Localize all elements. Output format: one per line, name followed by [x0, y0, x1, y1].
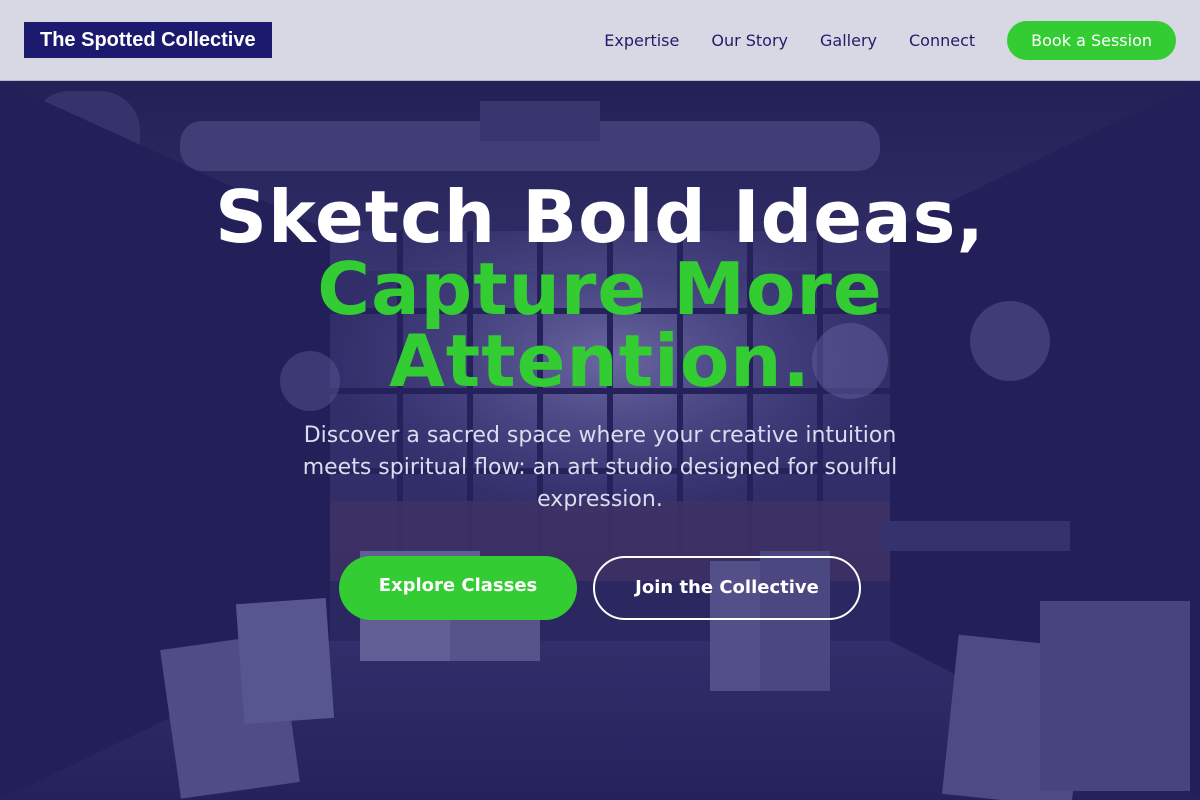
landing-page: The Spotted Collective Expertise Our Sto… [0, 0, 1200, 800]
nav-link-our-story[interactable]: Our Story [711, 31, 788, 50]
explore-classes-button[interactable]: Explore Classes [339, 556, 577, 620]
join-collective-button[interactable]: Join the Collective [593, 556, 861, 620]
nav-link-connect[interactable]: Connect [909, 31, 975, 50]
site-header: The Spotted Collective Expertise Our Sto… [0, 0, 1200, 81]
hero-headline: Sketch Bold Ideas, Capture More Attentio… [0, 181, 1200, 397]
hero-subtitle: Discover a sacred space where your creat… [302, 423, 898, 512]
main-nav: Expertise Our Story Gallery Connect Book… [604, 0, 1176, 80]
nav-link-expertise[interactable]: Expertise [604, 31, 679, 50]
site-logo[interactable]: The Spotted Collective [24, 22, 272, 58]
hero-headline-line3: Attention. [389, 319, 811, 403]
nav-link-gallery[interactable]: Gallery [820, 31, 877, 50]
hero-headline-line2: Capture More [317, 247, 883, 331]
book-session-button[interactable]: Book a Session [1007, 20, 1176, 60]
hero-section: Sketch Bold Ideas, Capture More Attentio… [0, 81, 1200, 800]
hero-headline-line1: Sketch Bold Ideas, [215, 175, 985, 259]
